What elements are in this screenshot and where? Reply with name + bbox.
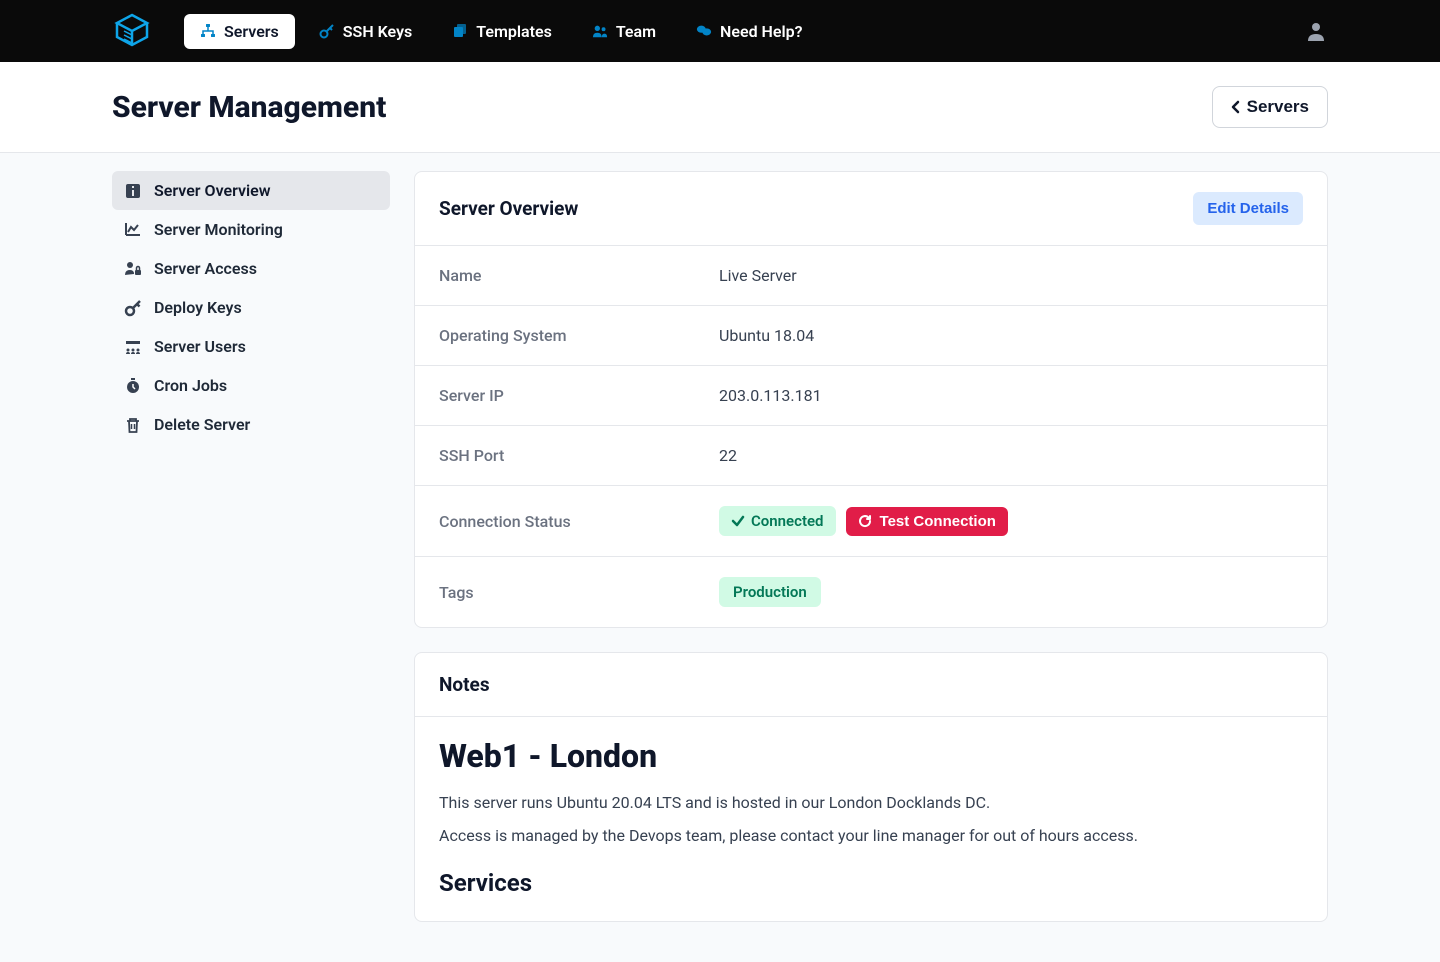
key-icon <box>319 23 335 39</box>
trash-icon <box>124 416 142 434</box>
tag-production: Production <box>719 577 821 607</box>
users-grid-icon <box>124 338 142 356</box>
lock-user-icon <box>124 260 142 278</box>
row-connection: Connection Status Connected Test Connect… <box>415 485 1327 556</box>
content: Server Overview Edit Details Name Live S… <box>414 171 1328 922</box>
label-connection: Connection Status <box>439 512 719 531</box>
notes-title: Notes <box>439 673 490 696</box>
label-ip: Server IP <box>439 386 719 405</box>
sidebar: Server Overview Server Monitoring Server… <box>112 171 390 444</box>
top-nav: Servers SSH Keys Templates Team Need Hel… <box>0 0 1440 62</box>
label-os: Operating System <box>439 326 719 345</box>
logo[interactable] <box>112 11 152 51</box>
info-icon <box>124 182 142 200</box>
sidebar-label: Server Monitoring <box>154 220 283 239</box>
page-header: Server Management Servers <box>0 62 1440 153</box>
label-tags: Tags <box>439 583 719 602</box>
row-ssh: SSH Port 22 <box>415 425 1327 485</box>
nav-ssh-keys[interactable]: SSH Keys <box>303 14 428 49</box>
label-ssh: SSH Port <box>439 446 719 465</box>
row-os: Operating System Ubuntu 18.04 <box>415 305 1327 365</box>
notes-heading: Web1 - London <box>439 737 1303 775</box>
value-ssh: 22 <box>719 446 737 465</box>
back-to-servers-button[interactable]: Servers <box>1212 86 1328 128</box>
sidebar-label: Deploy Keys <box>154 298 242 317</box>
chart-icon <box>124 221 142 239</box>
check-icon <box>731 514 745 528</box>
test-connection-label: Test Connection <box>880 513 996 530</box>
refresh-icon <box>858 514 872 528</box>
nav-items: Servers SSH Keys Templates Team Need Hel… <box>184 14 819 49</box>
sidebar-item-users[interactable]: Server Users <box>112 327 390 366</box>
overview-card: Server Overview Edit Details Name Live S… <box>414 171 1328 628</box>
nav-templates-label: Templates <box>476 22 552 41</box>
nav-help[interactable]: Need Help? <box>680 14 819 49</box>
nav-ssh-keys-label: SSH Keys <box>343 22 412 41</box>
nav-help-label: Need Help? <box>720 22 803 41</box>
sidebar-label: Delete Server <box>154 415 250 434</box>
sidebar-label: Server Users <box>154 337 246 356</box>
value-ip: 203.0.113.181 <box>719 386 822 405</box>
notes-card: Notes Web1 - London This server runs Ubu… <box>414 652 1328 922</box>
overview-card-header: Server Overview Edit Details <box>415 172 1327 245</box>
overview-title: Server Overview <box>439 197 578 220</box>
value-connection: Connected Test Connection <box>719 506 1008 536</box>
nav-templates[interactable]: Templates <box>436 14 568 49</box>
team-icon <box>592 23 608 39</box>
sidebar-label: Server Overview <box>154 181 271 200</box>
sidebar-item-access[interactable]: Server Access <box>112 249 390 288</box>
logo-icon <box>112 11 152 51</box>
page-title: Server Management <box>112 90 386 125</box>
test-connection-button[interactable]: Test Connection <box>846 507 1008 536</box>
row-tags: Tags Production <box>415 556 1327 627</box>
sidebar-item-deploy-keys[interactable]: Deploy Keys <box>112 288 390 327</box>
connected-text: Connected <box>751 512 824 530</box>
value-os: Ubuntu 18.04 <box>719 326 814 345</box>
notes-p1: This server runs Ubuntu 20.04 LTS and is… <box>439 793 1303 812</box>
stopwatch-icon <box>124 377 142 395</box>
back-button-label: Servers <box>1247 97 1309 117</box>
sidebar-item-overview[interactable]: Server Overview <box>112 171 390 210</box>
sidebar-label: Cron Jobs <box>154 376 227 395</box>
nav-team[interactable]: Team <box>576 14 672 49</box>
value-tags: Production <box>719 577 821 607</box>
value-name: Live Server <box>719 266 797 285</box>
user-icon <box>1304 19 1328 43</box>
nav-team-label: Team <box>616 22 656 41</box>
nav-servers-label: Servers <box>224 22 279 41</box>
templates-icon <box>452 23 468 39</box>
connected-badge: Connected <box>719 506 836 536</box>
nav-servers[interactable]: Servers <box>184 14 295 49</box>
key-icon <box>124 299 142 317</box>
chevron-left-icon <box>1231 100 1241 114</box>
sidebar-item-monitoring[interactable]: Server Monitoring <box>112 210 390 249</box>
row-ip: Server IP 203.0.113.181 <box>415 365 1327 425</box>
notes-p2: Access is managed by the Devops team, pl… <box>439 826 1303 845</box>
label-name: Name <box>439 266 719 285</box>
row-name: Name Live Server <box>415 245 1327 305</box>
user-menu[interactable] <box>1304 19 1328 43</box>
edit-details-button[interactable]: Edit Details <box>1193 192 1303 225</box>
main: Server Overview Server Monitoring Server… <box>0 153 1440 962</box>
notes-card-header: Notes <box>415 653 1327 716</box>
help-icon <box>696 23 712 39</box>
sidebar-item-cron[interactable]: Cron Jobs <box>112 366 390 405</box>
sitemap-icon <box>200 23 216 39</box>
sidebar-label: Server Access <box>154 259 257 278</box>
notes-subheading: Services <box>439 869 1303 897</box>
sidebar-item-delete[interactable]: Delete Server <box>112 405 390 444</box>
notes-body: Web1 - London This server runs Ubuntu 20… <box>415 716 1327 921</box>
